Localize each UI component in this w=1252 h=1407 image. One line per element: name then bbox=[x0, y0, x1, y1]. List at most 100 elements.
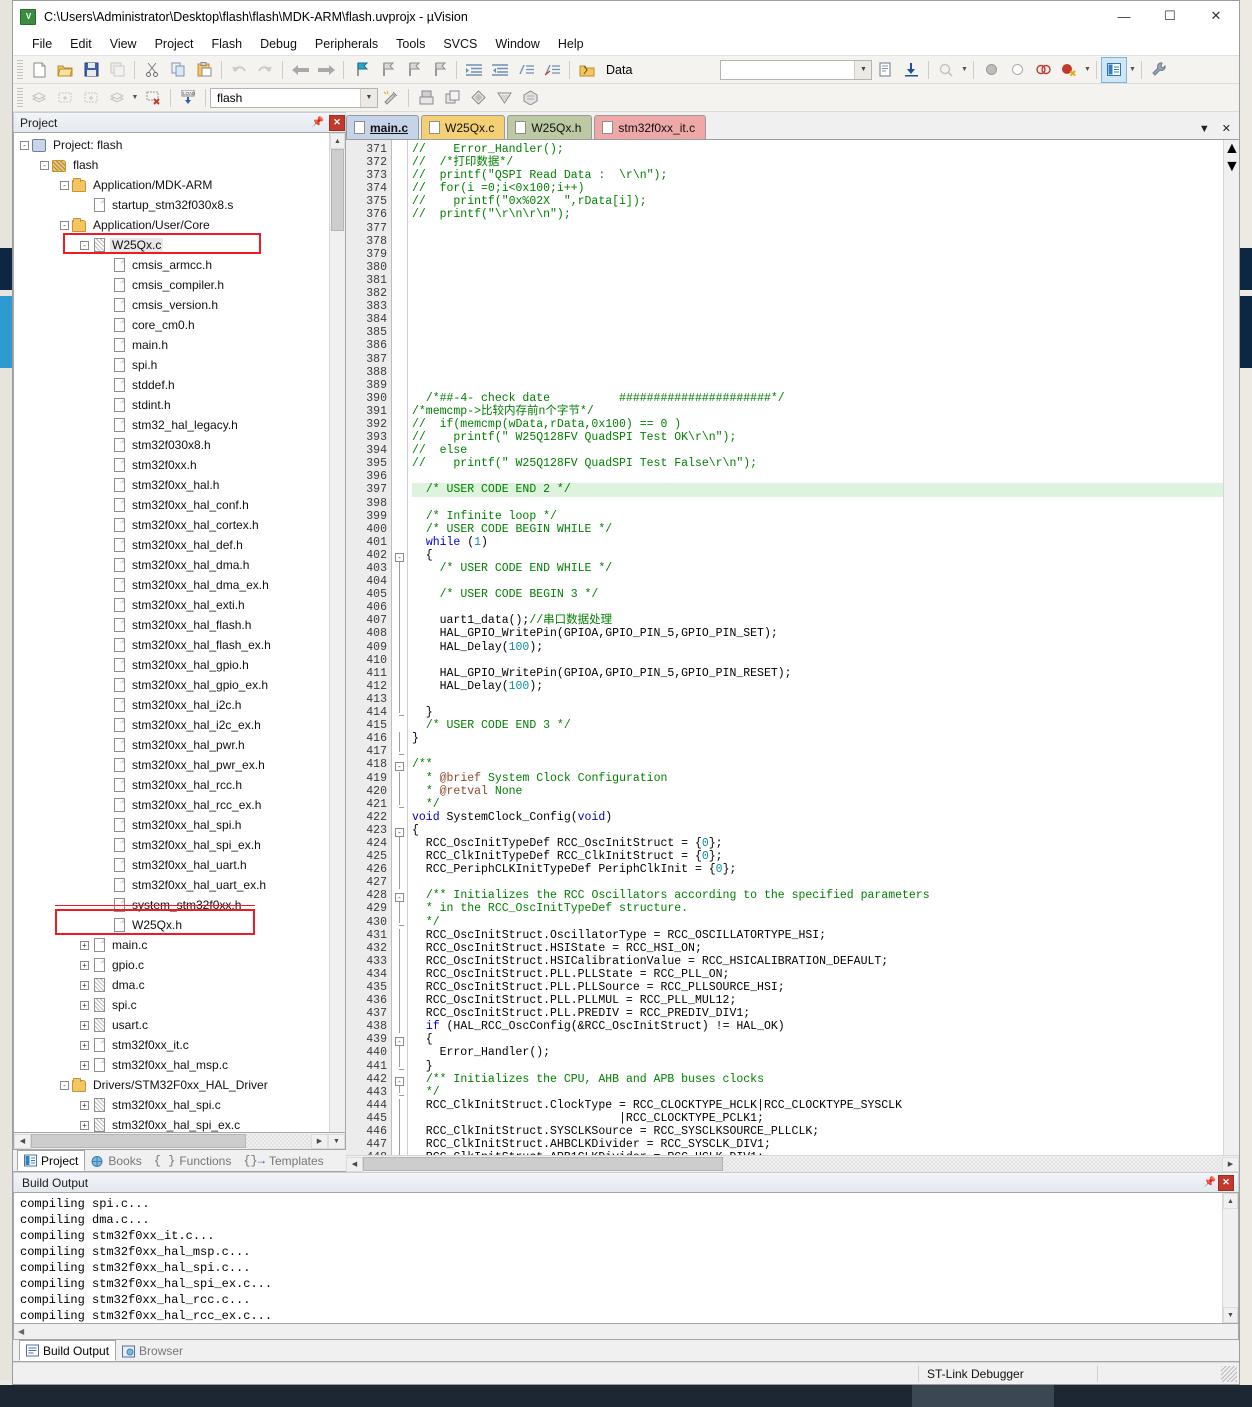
code-line[interactable]: /*##-4- check date #####################… bbox=[412, 392, 1223, 405]
code-line[interactable]: RCC_OscInitStruct.HSICalibrationValue = … bbox=[412, 955, 1223, 968]
menu-edit[interactable]: Edit bbox=[61, 35, 101, 53]
tree-expander[interactable]: - bbox=[60, 1080, 69, 1090]
code-line[interactable]: HAL_GPIO_WritePin(GPIOA,GPIO_PIN_5,GPIO_… bbox=[412, 667, 1223, 680]
insert-watch-icon[interactable] bbox=[575, 58, 599, 82]
menu-project[interactable]: Project bbox=[146, 35, 203, 53]
code-line[interactable]: // printf("0x%02X ",rData[i]); bbox=[412, 195, 1223, 208]
chevron-down-icon[interactable]: ▼ bbox=[1199, 123, 1210, 135]
code-line[interactable]: /* USER CODE BEGIN WHILE */ bbox=[412, 523, 1223, 536]
run-pack-icon[interactable] bbox=[466, 86, 490, 110]
fold-marker[interactable] bbox=[392, 719, 407, 732]
scroll-track[interactable] bbox=[723, 1156, 1222, 1172]
fold-marker[interactable] bbox=[392, 339, 407, 352]
code-line[interactable] bbox=[412, 300, 1223, 313]
fold-marker[interactable] bbox=[392, 156, 407, 169]
tab-build-output[interactable]: Build Output bbox=[19, 1340, 117, 1361]
chevron-down-icon[interactable]: ▼ bbox=[1127, 66, 1137, 73]
fold-marker[interactable] bbox=[392, 457, 407, 470]
tree-item[interactable]: stm32f0xx_hal_rcc_ex.h bbox=[14, 795, 329, 815]
code-line[interactable]: RCC_OscInitTypeDef RCC_OscInitStruct = {… bbox=[412, 837, 1223, 850]
tree-item[interactable]: stm32f0xx_hal_spi_ex.h bbox=[14, 835, 329, 855]
build-icon[interactable] bbox=[53, 86, 77, 110]
code-line[interactable]: RCC_ClkInitStruct.ClockType = RCC_CLOCKT… bbox=[412, 1099, 1223, 1112]
fold-marker[interactable] bbox=[392, 575, 407, 589]
fold-marker[interactable] bbox=[392, 1046, 407, 1060]
tree-item[interactable]: stm32f0xx_hal_pwr_ex.h bbox=[14, 755, 329, 775]
code-line[interactable]: RCC_OscInitStruct.PLL.PREDIV = RCC_PREDI… bbox=[412, 1007, 1223, 1020]
fold-marker[interactable] bbox=[392, 666, 407, 680]
fold-marker[interactable] bbox=[392, 797, 407, 811]
pack-installer-icon[interactable] bbox=[440, 86, 464, 110]
code-line[interactable] bbox=[412, 654, 1223, 667]
comment-icon[interactable] bbox=[514, 58, 538, 82]
code-line[interactable] bbox=[412, 575, 1223, 588]
manage-project-items-icon[interactable] bbox=[414, 86, 438, 110]
fold-marker[interactable] bbox=[392, 313, 407, 326]
save-all-icon[interactable] bbox=[105, 58, 129, 82]
fold-marker[interactable] bbox=[392, 562, 407, 576]
editor-tab-main-c[interactable]: main.c bbox=[346, 115, 420, 139]
project-tree[interactable]: - Project: flash - flash - Application/MDK-AR… bbox=[14, 133, 329, 1132]
fold-marker[interactable] bbox=[392, 300, 407, 313]
code-line[interactable]: /** Initializes the RCC Oscillators acco… bbox=[412, 889, 1223, 902]
editor-vscrollbar[interactable]: ▲ ▼ bbox=[1223, 140, 1240, 1155]
code-line[interactable] bbox=[412, 313, 1223, 326]
fold-marker[interactable] bbox=[392, 483, 407, 496]
editor-hscrollbar[interactable]: ◀ ▶ bbox=[346, 1155, 1239, 1172]
menu-tools[interactable]: Tools bbox=[387, 35, 434, 53]
fold-marker[interactable] bbox=[392, 954, 407, 968]
fold-marker[interactable] bbox=[392, 967, 407, 981]
tree-item[interactable]: - W25Qx.c bbox=[14, 235, 329, 255]
target-options-icon[interactable] bbox=[379, 86, 403, 110]
code-line[interactable]: /* Infinite loop */ bbox=[412, 510, 1223, 523]
project-tree-hscrollbar[interactable]: ◀ ▶ ▼ bbox=[13, 1133, 346, 1150]
fold-marker[interactable] bbox=[392, 784, 407, 798]
tree-expander[interactable]: + bbox=[80, 1020, 89, 1030]
fold-marker[interactable] bbox=[392, 706, 407, 719]
tree-item[interactable]: + usart.c bbox=[14, 1015, 329, 1035]
project-tree-vscrollbar[interactable]: ▲ bbox=[329, 133, 345, 1132]
code-line[interactable]: /* USER CODE BEGIN 3 */ bbox=[412, 588, 1223, 601]
tree-item[interactable]: stm32f0xx_hal_spi.h bbox=[14, 815, 329, 835]
bookmark-next-icon[interactable] bbox=[401, 58, 425, 82]
code-line[interactable]: // printf(" W25Q128FV QuadSPI Test False… bbox=[412, 457, 1223, 470]
tree-item[interactable]: + main.c bbox=[14, 935, 329, 955]
code-line[interactable]: RCC_ClkInitStruct.AHBCLKDivider = RCC_SY… bbox=[412, 1138, 1223, 1151]
fold-marker[interactable] bbox=[392, 850, 407, 864]
tree-item[interactable]: cmsis_version.h bbox=[14, 295, 329, 315]
tree-expander[interactable]: + bbox=[80, 1040, 89, 1050]
scroll-thumb[interactable] bbox=[31, 1134, 246, 1148]
translate-icon[interactable] bbox=[27, 86, 51, 110]
fold-marker[interactable] bbox=[392, 379, 407, 392]
tree-item[interactable]: stm32f030x8.h bbox=[14, 435, 329, 455]
tree-item[interactable]: stm32f0xx_hal_uart_ex.h bbox=[14, 875, 329, 895]
close-button[interactable]: ✕ bbox=[1193, 1, 1239, 31]
code-line[interactable]: /* USER CODE END 3 */ bbox=[412, 719, 1223, 732]
uncomment-icon[interactable] bbox=[540, 58, 564, 82]
taskbar[interactable] bbox=[0, 1385, 1252, 1407]
tab-templates[interactable]: {}→ Templates bbox=[237, 1151, 329, 1171]
fold-marker[interactable] bbox=[392, 640, 407, 654]
tree-item[interactable]: - Drivers/STM32F0xx_HAL_Driver bbox=[14, 1075, 329, 1095]
code-line[interactable]: */ bbox=[412, 916, 1223, 929]
fold-marker[interactable] bbox=[392, 1007, 407, 1021]
fold-marker[interactable] bbox=[392, 745, 407, 758]
code-line[interactable]: RCC_ClkInitStruct.APB1CLKDivider = RCC_H… bbox=[412, 1151, 1223, 1155]
code-line[interactable]: // for(i =0;i<0x100;i++) bbox=[412, 182, 1223, 195]
toolbar-grip[interactable] bbox=[17, 59, 23, 80]
code-line[interactable]: // if(memcmp(wData,rData,0x100) == 0 ) bbox=[412, 418, 1223, 431]
tree-expander[interactable]: + bbox=[80, 1120, 89, 1130]
code-line[interactable]: while (1) bbox=[412, 536, 1223, 549]
code-line[interactable]: RCC_OscInitStruct.HSIState = RCC_HSI_ON; bbox=[412, 942, 1223, 955]
scroll-down-arrow-icon[interactable]: ▼ bbox=[1224, 158, 1240, 176]
build-output-vscrollbar[interactable]: ▲ ▼ bbox=[1222, 1193, 1238, 1323]
tree-item[interactable]: stm32f0xx_hal_cortex.h bbox=[14, 515, 329, 535]
fold-marker[interactable] bbox=[392, 771, 407, 785]
tree-item[interactable]: stm32f0xx.h bbox=[14, 455, 329, 475]
chevron-down-icon[interactable]: ▼ bbox=[360, 88, 377, 107]
fold-marker[interactable] bbox=[392, 1085, 407, 1099]
manage-windows-icon[interactable] bbox=[1101, 56, 1128, 83]
fold-marker[interactable] bbox=[392, 876, 407, 890]
scroll-left-arrow-icon[interactable]: ◀ bbox=[18, 1327, 24, 1336]
fold-marker[interactable] bbox=[392, 915, 407, 929]
